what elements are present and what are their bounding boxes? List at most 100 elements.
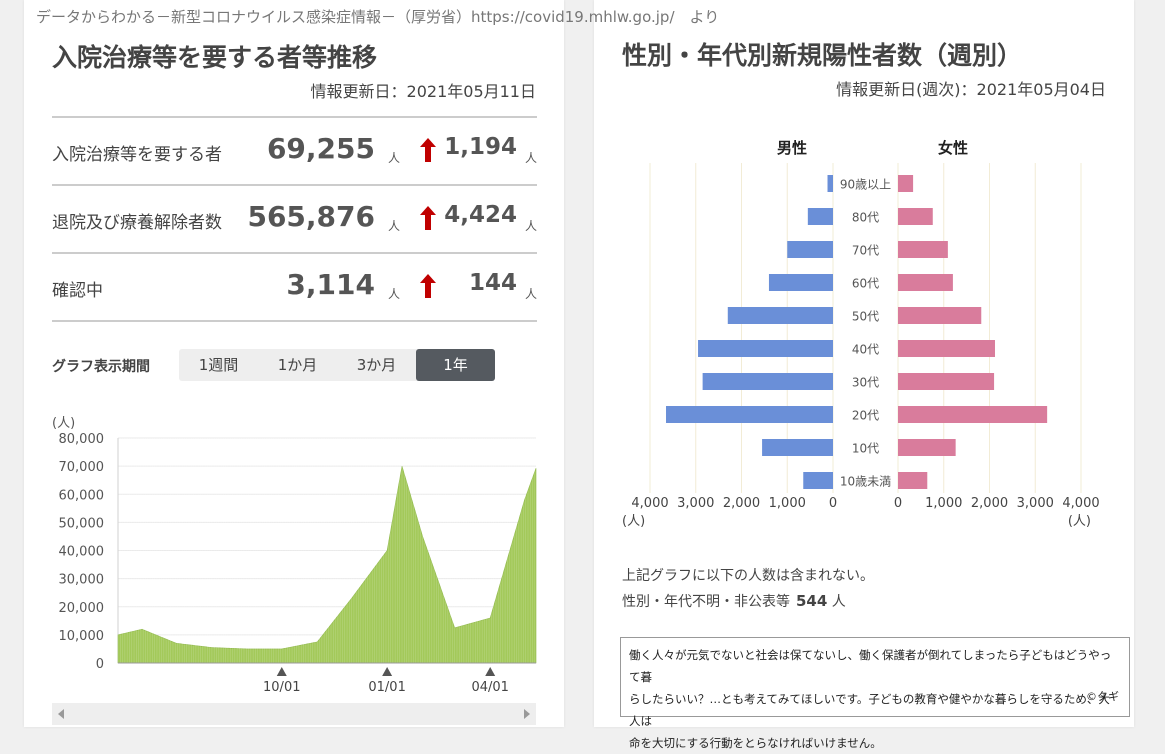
hospitalization-card: 入院治療等を要する者等推移 情報更新日：2021年05月11日 入院治療等を要す… [24,0,564,727]
stat-label: 確認中 [52,281,103,301]
y-tick-label: 80,000 [59,432,105,447]
comment-line: 働く人々が元気でないと社会は保てないし、働く保護者が倒れてしまったら子どもはどう… [629,648,1112,684]
excluded-unit: 人 [831,594,846,610]
x-tick-label: 3,000 [677,496,714,511]
stat-label: 退院及び療養解除者数 [52,213,222,233]
period-1year-button[interactable]: 1年 [416,349,495,381]
x-tick-label: 10/01 [263,680,300,695]
x-tick-label: 4,000 [631,496,668,511]
age-label: 20代 [852,409,879,423]
period-1month-button[interactable]: 1か月 [258,349,337,381]
x-tick-label: 4,000 [1062,496,1099,511]
left-title: 入院治療等を要する者等推移 [52,43,378,72]
male-bar [807,208,833,225]
stat-increase: 1,194 [444,134,517,160]
comment-line: 命を大切にする行動をとらなければいけません。 [629,736,882,750]
timeline-chart: (人)80,000 70,000 60,000 50,000 40,000 30,000 2… [52,416,537,695]
x-tick-label: 1,000 [925,496,962,511]
comment-box: 働く人々が元気でないと社会は保てないし、働く保護者が倒れてしまったら子どもはどう… [620,637,1130,750]
stat-value: 69,255 [266,132,375,165]
age-label: 30代 [852,376,879,390]
up-arrow-icon [420,206,436,230]
male-bar [762,439,833,456]
y-tick-label: 40,000 [59,545,105,560]
stat-value: 565,876 [247,200,375,233]
x-axis-unit-right: (人) [1068,514,1091,529]
y-tick-label: 70,000 [59,460,105,475]
male-bar [787,241,833,258]
x-tick-label: 04/01 [471,680,508,695]
age-label: 90歳以上 [840,178,891,192]
stat-unit: 人 [387,287,400,301]
female-bar [898,274,953,291]
excluded-count: 性別・年代不明・非公表等 544 人 [622,591,846,611]
female-bar [898,208,933,225]
stat-unit: 人 [387,219,400,233]
x-axis-unit-left: (人) [622,514,645,529]
stat-increase-unit: 人 [524,287,537,301]
female-bar [898,472,928,489]
x-tick-label: 2,000 [971,496,1008,511]
age-label: 50代 [852,310,879,324]
female-bar [898,439,956,456]
y-tick-label: 60,000 [59,488,105,503]
period-1week-button[interactable]: 1週間 [179,349,258,381]
x-tick-marker [485,667,496,676]
legend-male: 男性 [777,139,807,157]
right-title: 性別・年代別新規陽性者数（週別） [622,41,1023,70]
x-tick-label: 3,000 [1017,496,1054,511]
divider [52,320,537,322]
male-bar [698,340,833,357]
up-arrow-icon [420,274,436,298]
right-updated-date: 情報更新日(週次)：2021年05月04日 [836,80,1106,99]
stat-unit: 人 [387,151,400,165]
scroll-right-icon[interactable] [524,709,530,719]
x-tick-label: 0 [894,496,902,511]
male-bar [768,274,833,291]
stat-label: 入院治療等を要する者 [52,145,222,165]
age-label: 10歳未満 [840,475,891,489]
stat-row: 退院及び療養解除者数 565,876 人 4,424 人 [52,184,537,254]
x-tick-label: 0 [829,496,837,511]
stat-row: 確認中 3,114 人 144 人 [52,252,537,322]
comment-signature: ©タギ [1086,690,1119,703]
excluded-value: 544 [796,592,828,610]
male-bar [803,472,833,489]
x-tick-label: 2,000 [723,496,760,511]
x-tick-marker [382,667,393,676]
male-bar [827,175,833,192]
y-tick-label: 20,000 [59,601,105,616]
age-label: 70代 [852,244,879,258]
stat-increase: 4,424 [444,202,517,228]
stat-row: 入院治療等を要する者 69,255 人 1,194 人 [52,116,537,186]
period-label: グラフ表示期間 [52,359,150,375]
stat-value: 3,114 [286,268,375,301]
female-bar [898,340,995,357]
y-tick-label: 10,000 [59,629,105,644]
source-caption: データからわかる－新型コロナウイルス感染症情報－（厚労省）https://cov… [36,8,720,26]
age-label: 10代 [852,442,879,456]
chart-scrollbar[interactable] [52,703,536,725]
x-tick-label: 01/01 [368,680,405,695]
period-3month-button[interactable]: 3か月 [337,349,416,381]
x-tick-marker [276,667,287,676]
female-bar [898,373,995,390]
population-pyramid-chart: 男性 女性 90歳以上 80代 70代 60代 50代 40代 30代 20代 10代 10歳未満 4,… [622,139,1100,529]
female-bar [898,241,948,258]
comment-line: らしたらいい？…とも考えてみてほしいです。子どもの教育や健やかな暮らしを守るため… [629,692,1110,728]
female-bar [898,307,982,324]
age-label: 60代 [852,277,879,291]
excluded-label: 性別・年代不明・非公表等 [622,594,790,610]
x-tick-label: 1,000 [769,496,806,511]
stat-increase: 144 [468,270,517,296]
age-label: 40代 [852,343,879,357]
scroll-left-icon[interactable] [58,709,64,719]
y-axis-unit: (人) [52,416,75,431]
male-bar [666,406,833,423]
left-updated-date: 情報更新日：2021年05月11日 [310,82,536,101]
stat-increase-unit: 人 [524,151,537,165]
period-selector: 1週間 1か月 3か月 1年 [179,349,495,381]
age-label: 80代 [852,211,879,225]
y-tick-label: 30,000 [59,573,105,588]
female-bar [898,175,914,192]
